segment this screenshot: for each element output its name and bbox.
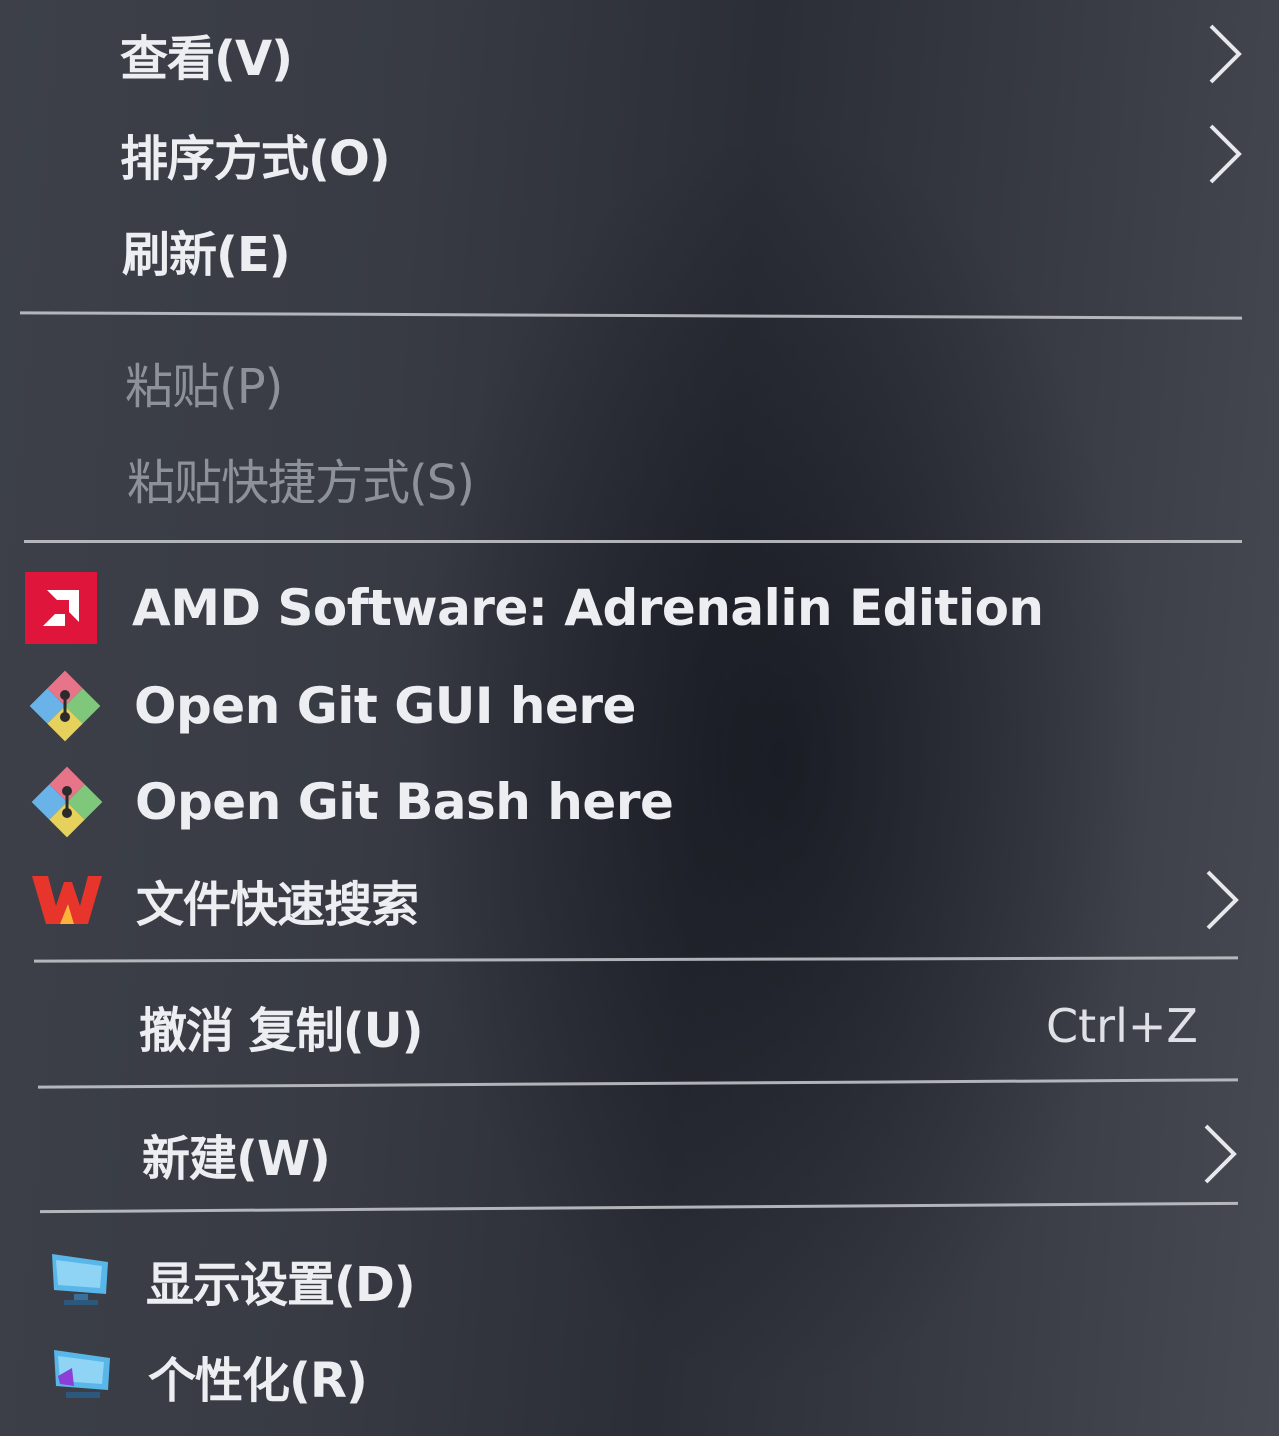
menu-item-label: 显示设置(D)	[146, 1257, 416, 1313]
separator	[33, 956, 1239, 963]
menu-item-label: 刷新(E)	[122, 227, 291, 283]
personalize-icon	[54, 1350, 110, 1398]
menu-item-label: Open Git GUI here	[134, 677, 636, 735]
menu-item-amd-software[interactable]: AMD Software: Adrenalin Edition	[0, 562, 1279, 654]
chevron-right-icon	[1209, 24, 1242, 84]
separator	[38, 1078, 1238, 1089]
menu-item-refresh[interactable]: 刷新(E)	[0, 204, 1279, 296]
menu-item-label: 撤消 复制(U)	[139, 1003, 424, 1059]
menu-item-git-gui[interactable]: Open Git GUI here	[0, 660, 1279, 752]
menu-item-file-quick-search[interactable]: 文件快速搜索	[0, 854, 1279, 946]
menu-item-git-bash[interactable]: Open Git Bash here	[0, 756, 1279, 848]
shortcut-label: Ctrl+Z	[1046, 999, 1198, 1053]
separator	[19, 311, 1243, 320]
chevron-right-icon	[1206, 870, 1239, 930]
menu-item-label: 新建(W)	[142, 1131, 331, 1187]
menu-item-display-settings[interactable]: 显示设置(D)	[0, 1234, 1279, 1326]
menu-item-label: 个性化(R)	[148, 1353, 368, 1409]
git-icon	[31, 766, 103, 838]
display-icon	[52, 1254, 108, 1305]
menu-item-label: AMD Software: Adrenalin Edition	[132, 579, 1044, 637]
git-icon	[29, 670, 101, 742]
context-menu: 查看(V) 排序方式(O) 刷新(E) 粘贴(P) 粘贴快捷方式(S) AMD …	[0, 0, 1279, 1436]
chevron-right-icon	[1209, 124, 1242, 184]
menu-item-paste: 粘贴(P)	[0, 336, 1279, 428]
menu-item-label: 粘贴(P)	[125, 359, 283, 415]
menu-item-undo-copy[interactable]: 撤消 复制(U) Ctrl+Z	[0, 980, 1279, 1072]
menu-item-label: 粘贴快捷方式(S)	[127, 455, 475, 511]
separator	[40, 1201, 1238, 1214]
separator	[24, 540, 1242, 543]
amd-icon	[25, 572, 97, 644]
menu-item-label: Open Git Bash here	[135, 773, 674, 831]
menu-item-new[interactable]: 新建(W)	[0, 1108, 1279, 1200]
menu-item-paste-shortcut: 粘贴快捷方式(S)	[0, 432, 1279, 524]
menu-item-view[interactable]: 查看(V)	[0, 8, 1279, 100]
menu-item-personalize[interactable]: 个性化(R)	[0, 1330, 1279, 1422]
chevron-right-icon	[1204, 1124, 1237, 1184]
menu-item-label: 文件快速搜索	[136, 877, 419, 933]
menu-item-label: 查看(V)	[120, 31, 293, 87]
menu-item-label: 排序方式(O)	[120, 131, 391, 187]
menu-item-sort[interactable]: 排序方式(O)	[0, 108, 1279, 200]
wps-icon	[32, 876, 102, 924]
